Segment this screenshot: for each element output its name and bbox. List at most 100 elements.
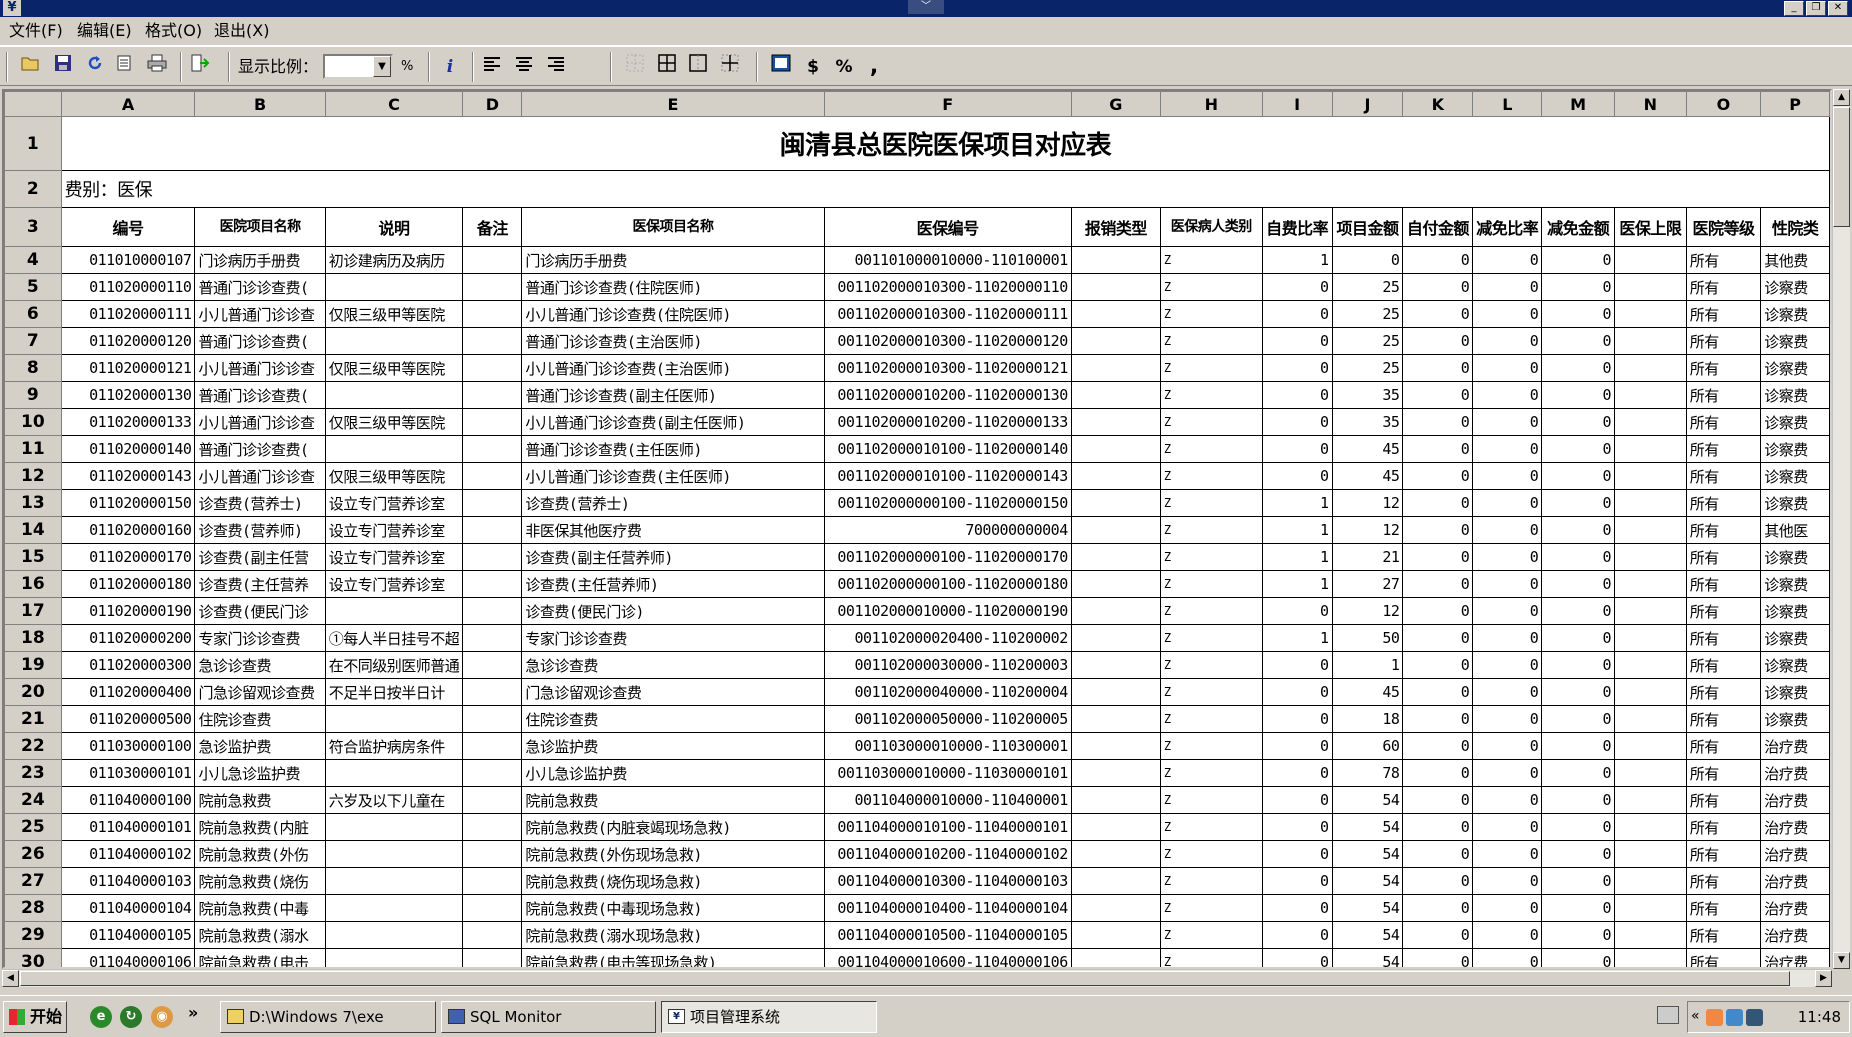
table-cell[interactable] [1613,813,1687,841]
table-cell[interactable]: 0 [1541,570,1615,598]
table-cell[interactable]: 0 [1331,246,1404,274]
table-cell[interactable]: 011040000100 [60,786,196,814]
table-cell[interactable]: 急诊监护费 [521,732,825,760]
row-header[interactable]: 18 [4,624,62,652]
table-cell[interactable]: 急诊监护费 [194,732,326,760]
row-header[interactable]: 12 [4,462,62,490]
table-cell[interactable] [324,948,464,967]
table-cell[interactable]: 所有 [1685,840,1762,868]
row-header[interactable]: 15 [4,543,62,571]
table-cell[interactable]: 27 [1331,570,1404,598]
table-cell[interactable]: 所有 [1685,570,1762,598]
table-cell[interactable]: 所有 [1685,894,1762,922]
table-cell[interactable]: 011020000130 [60,381,196,409]
table-cell[interactable]: 011030000101 [60,759,196,787]
all-borders-icon[interactable] [654,54,680,80]
table-cell[interactable] [462,840,523,868]
table-cell[interactable]: Z [1159,840,1263,868]
table-cell[interactable] [462,813,523,841]
table-cell[interactable]: 0 [1472,516,1543,544]
table-cell[interactable] [1613,435,1687,463]
table-cell[interactable]: 诊察费 [1760,408,1830,436]
row-header[interactable]: 29 [4,921,62,949]
scroll-right-icon[interactable]: ▶ [1815,970,1832,987]
table-cell[interactable]: Z [1159,786,1263,814]
table-cell[interactable]: 0 [1541,678,1615,706]
table-cell[interactable]: 院前急救费(烧伤现场急救) [521,867,825,895]
row-header[interactable]: 21 [4,705,62,733]
row-header[interactable]: 28 [4,894,62,922]
tray-monitor-icon[interactable] [1746,1009,1763,1026]
table-header-cell[interactable]: 说明 [324,207,464,247]
column-header[interactable]: C [324,91,464,117]
table-header-cell[interactable]: 自付金额 [1402,207,1474,247]
table-cell[interactable]: 所有 [1685,381,1762,409]
table-cell[interactable]: 小儿普通门诊诊查 [194,354,326,382]
table-cell[interactable]: 0 [1261,354,1333,382]
table-cell[interactable]: 小儿普通门诊诊查 [194,408,326,436]
table-cell[interactable]: 0 [1472,462,1543,490]
table-cell[interactable]: 0 [1472,624,1543,652]
table-cell[interactable] [1613,516,1687,544]
table-cell[interactable]: 0 [1402,651,1474,679]
vertical-scrollbar[interactable]: ▲ ▼ [1832,89,1850,969]
menu-file[interactable]: 文件(F) [6,20,66,42]
table-cell[interactable]: 不足半日按半日计 [324,678,464,706]
table-cell[interactable]: 011040000103 [60,867,196,895]
table-cell[interactable] [462,327,523,355]
table-cell[interactable]: 诊察费 [1760,543,1830,571]
print-icon[interactable] [144,54,170,80]
task-project-manager[interactable]: ¥ 项目管理系统 [661,1001,877,1033]
table-cell[interactable]: 0 [1541,435,1615,463]
table-cell[interactable]: 小儿普通门诊诊查费(住院医师) [521,300,825,328]
column-header[interactable]: N [1613,91,1687,117]
table-cell[interactable]: 普通门诊诊查费(副主任医师) [521,381,825,409]
table-cell[interactable]: 011020000111 [60,300,196,328]
table-cell[interactable]: 0 [1402,894,1474,922]
table-cell[interactable] [462,759,523,787]
table-cell[interactable] [462,948,523,967]
table-cell[interactable]: 0 [1261,273,1333,301]
row-header[interactable]: 4 [4,246,62,274]
scroll-down-icon[interactable]: ▼ [1833,952,1850,969]
table-cell[interactable]: 001104000010200-11040000102 [823,840,1072,868]
restore-button[interactable]: ❐ [1806,1,1826,16]
table-cell[interactable]: 011020000190 [60,597,196,625]
table-cell[interactable]: 011040000105 [60,921,196,949]
row-header[interactable]: 17 [4,597,62,625]
table-cell[interactable]: 0 [1261,705,1333,733]
column-header[interactable]: E [521,91,825,117]
table-cell[interactable]: 诊察费 [1760,300,1830,328]
table-cell[interactable] [1613,867,1687,895]
table-cell[interactable]: 0 [1472,921,1543,949]
table-cell[interactable] [1070,894,1161,922]
table-cell[interactable]: 其他费 [1760,246,1830,274]
table-cell[interactable]: 治疗费 [1760,813,1830,841]
table-cell[interactable]: 0 [1541,300,1615,328]
column-header[interactable]: G [1070,91,1161,117]
table-cell[interactable]: 0 [1261,894,1333,922]
table-cell[interactable]: 0 [1472,651,1543,679]
table-header-cell[interactable]: 自费比率 [1261,207,1333,247]
table-header-cell[interactable]: 医院项目名称 [194,207,326,247]
currency-icon[interactable]: $ [800,54,826,80]
table-cell[interactable]: Z [1159,759,1263,787]
table-cell[interactable]: 0 [1402,327,1474,355]
table-cell[interactable]: 54 [1331,894,1404,922]
table-cell[interactable]: 50 [1331,624,1404,652]
table-header-cell[interactable]: 减免比率 [1472,207,1543,247]
table-cell[interactable]: 001102000010300-11020000121 [823,354,1072,382]
table-cell[interactable]: 45 [1331,462,1404,490]
table-cell[interactable]: 院前急救费(外伤现场急救) [521,840,825,868]
table-cell[interactable]: 0 [1472,894,1543,922]
table-cell[interactable] [462,462,523,490]
table-cell[interactable]: 设立专门营养诊室 [324,516,464,544]
table-cell[interactable]: Z [1159,624,1263,652]
table-cell[interactable] [324,759,464,787]
table-cell[interactable]: 门急诊留观诊查费 [521,678,825,706]
table-cell[interactable]: 普通门诊诊查费( [194,435,326,463]
table-cell[interactable]: 院前急救费 [521,786,825,814]
table-cell[interactable]: 院前急救费(溺水 [194,921,326,949]
table-cell[interactable] [462,246,523,274]
percent-icon[interactable]: % [831,54,857,80]
